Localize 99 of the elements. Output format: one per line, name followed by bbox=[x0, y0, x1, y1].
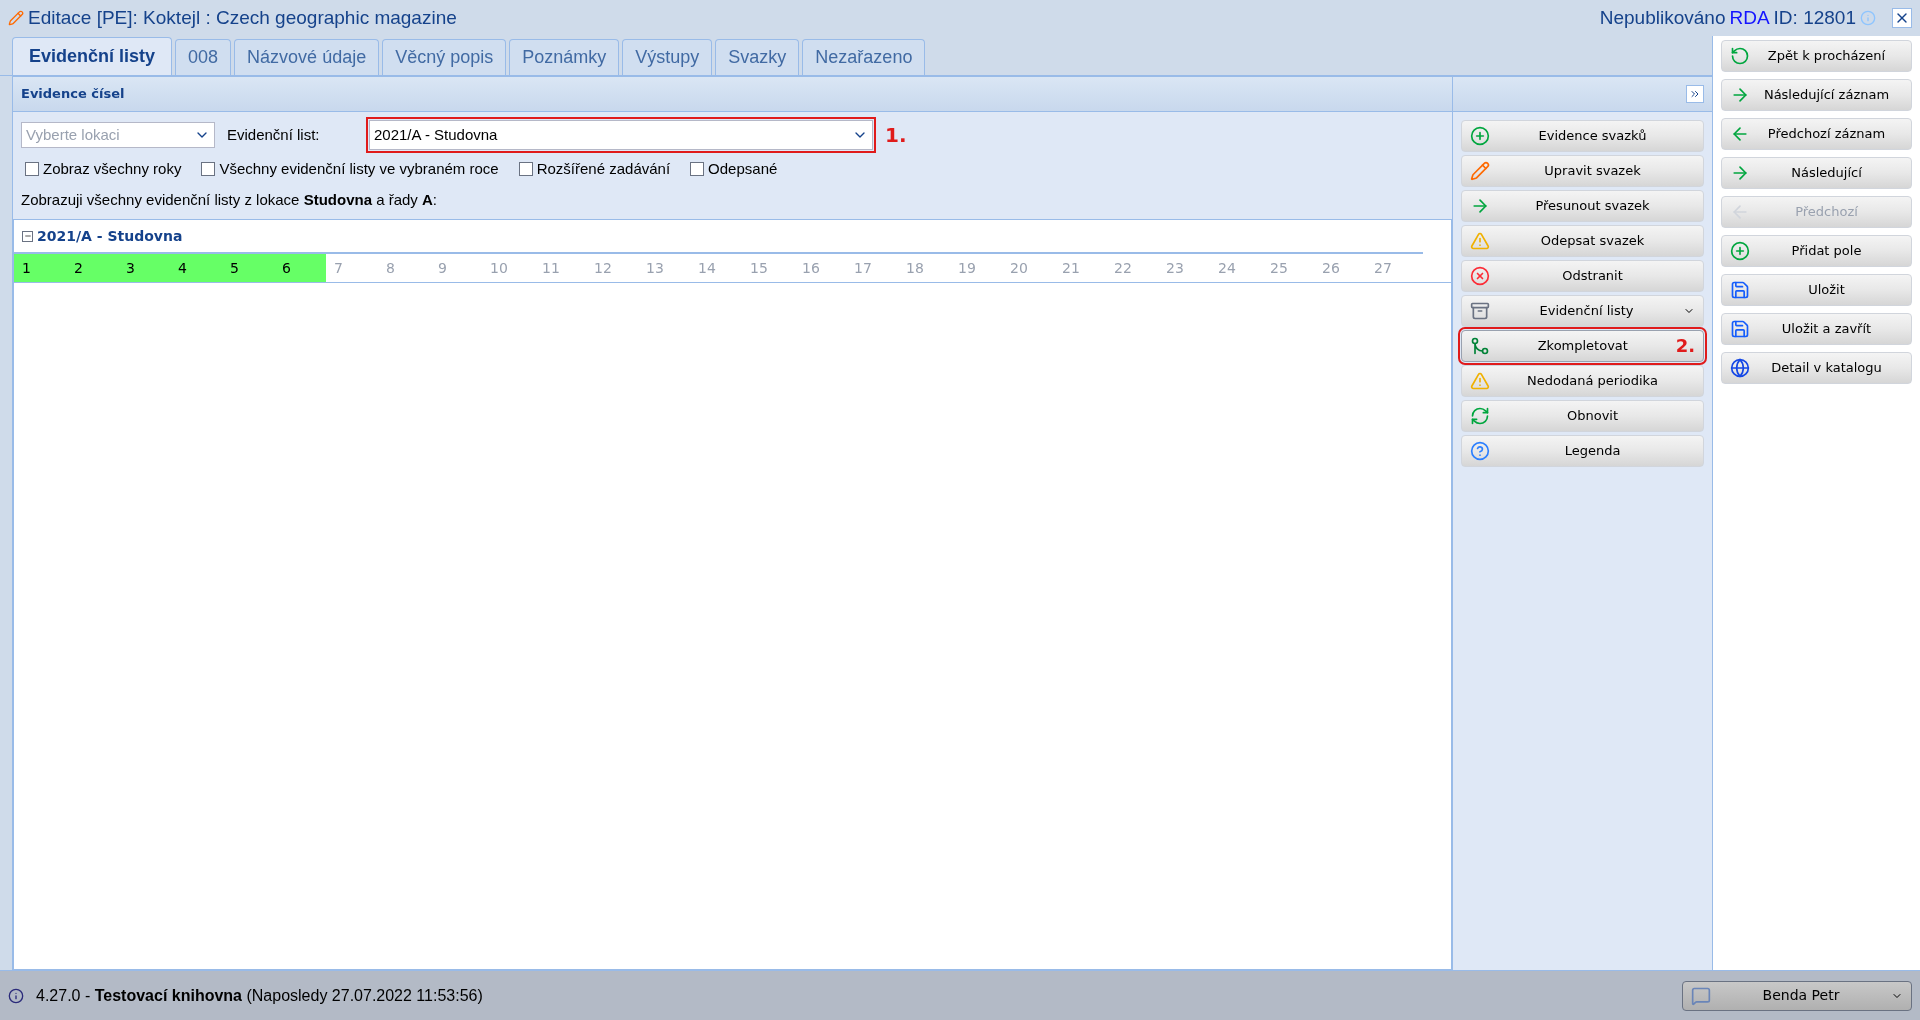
tab[interactable]: Věcný popis bbox=[382, 39, 507, 75]
action-button[interactable]: Následující záznam bbox=[1721, 79, 1912, 111]
expand-button[interactable] bbox=[1686, 85, 1704, 103]
action-button[interactable]: Odepsat svazek bbox=[1461, 225, 1704, 257]
issue-cell[interactable]: 6 bbox=[274, 254, 326, 282]
issue-cell[interactable]: 12 bbox=[586, 254, 638, 282]
info-text: Zobrazuji všechny evidenční listy z lokace Studovna a řady A: bbox=[21, 190, 438, 208]
window-title: Editace [PE]: Koktejl : Czech geographic magazine bbox=[28, 5, 457, 30]
issue-cell[interactable]: 14 bbox=[690, 254, 742, 282]
speech-bubble-icon bbox=[1691, 985, 1711, 1006]
record-id: ID: 12801 bbox=[1773, 5, 1856, 30]
issue-cell[interactable]: 10 bbox=[482, 254, 534, 282]
action-button[interactable]: Přidat pole bbox=[1721, 235, 1912, 267]
issue-cell[interactable]: 9 bbox=[430, 254, 482, 282]
sheet-select[interactable]: 2021/A - Studovna bbox=[369, 120, 873, 150]
plus-circle-icon bbox=[1730, 241, 1750, 261]
cabinet-icon bbox=[1470, 301, 1490, 321]
issue-cell[interactable]: 4 bbox=[170, 254, 222, 282]
field-label: Evidenční list: bbox=[227, 124, 321, 145]
user-menu-button[interactable]: Benda Petr bbox=[1682, 980, 1912, 1011]
tab[interactable]: Poznámky bbox=[509, 39, 620, 75]
issue-cell[interactable]: 19 bbox=[950, 254, 1002, 282]
remove-icon bbox=[1470, 266, 1490, 286]
pencil-icon bbox=[1470, 161, 1490, 181]
action-button[interactable]: Přesunout svazek bbox=[1461, 190, 1704, 222]
issue-cell[interactable]: 24 bbox=[1210, 254, 1262, 282]
double-chevron-icon bbox=[1689, 88, 1701, 100]
action-button[interactable]: Evidence svazků bbox=[1461, 120, 1704, 152]
tab[interactable]: Názvové údaje bbox=[234, 39, 380, 75]
info-icon bbox=[8, 987, 24, 1004]
checkbox-label: Všechny evidenční listy ve vybraném roce bbox=[219, 159, 499, 179]
issue-cell[interactable]: 27 bbox=[1366, 254, 1418, 282]
tab[interactable]: Nezařazeno bbox=[802, 39, 926, 75]
issue-cell[interactable]: 26 bbox=[1314, 254, 1366, 282]
issue-cell[interactable]: 11 bbox=[534, 254, 586, 282]
action-button[interactable]: Upravit svazek bbox=[1461, 155, 1704, 187]
location-select[interactable]: Vyberte lokaci bbox=[21, 122, 215, 148]
panel-title: Evidence čísel bbox=[21, 85, 125, 104]
issue-cell[interactable]: 13 bbox=[638, 254, 690, 282]
checkbox[interactable] bbox=[201, 162, 216, 177]
issue-cell[interactable]: 3 bbox=[118, 254, 170, 282]
annotation-number: 2. bbox=[1675, 337, 1695, 355]
action-button[interactable]: Detail v katalogu bbox=[1721, 352, 1912, 384]
save-icon bbox=[1730, 319, 1750, 339]
location-input[interactable]: Vyberte lokaci bbox=[22, 123, 190, 147]
tab[interactable]: 008 bbox=[175, 39, 232, 75]
issue-cell[interactable]: 16 bbox=[794, 254, 846, 282]
action-button[interactable]: Obnovit bbox=[1461, 400, 1704, 432]
issue-cell[interactable]: 21 bbox=[1054, 254, 1106, 282]
issue-cell[interactable]: 20 bbox=[1002, 254, 1054, 282]
issue-cell[interactable]: 1 bbox=[14, 254, 66, 282]
status-label: Nepublikováno bbox=[1599, 5, 1726, 30]
refresh-icon bbox=[1470, 406, 1490, 426]
globe-icon bbox=[1730, 358, 1750, 378]
issue-cell[interactable]: 2 bbox=[66, 254, 118, 282]
back-icon bbox=[1730, 46, 1750, 66]
tree-node-label[interactable]: 2021/A - Studovna bbox=[37, 225, 183, 247]
action-button[interactable]: Odstranit bbox=[1461, 260, 1704, 292]
action-button[interactable]: Evidenční listy bbox=[1461, 295, 1704, 327]
action-button[interactable]: Zpět k procházení bbox=[1721, 40, 1912, 72]
action-button[interactable]: Uložit bbox=[1721, 274, 1912, 306]
warning-icon bbox=[1470, 231, 1490, 251]
issue-cell[interactable]: 8 bbox=[378, 254, 430, 282]
rda-label: RDA bbox=[1729, 5, 1770, 30]
issue-cell[interactable]: 5 bbox=[222, 254, 274, 282]
pencil-icon bbox=[8, 10, 24, 26]
status-text: 4.27.0 - Testovací knihovna (Naposledy 27.07.2022 11:53:56) bbox=[36, 985, 483, 1006]
close-button[interactable] bbox=[1892, 8, 1912, 28]
help-icon bbox=[1470, 441, 1490, 461]
checkbox[interactable] bbox=[25, 162, 39, 177]
checkbox[interactable] bbox=[690, 162, 705, 177]
tab[interactable]: Výstupy bbox=[622, 39, 713, 75]
annotation-number: 1. bbox=[885, 122, 907, 149]
action-button[interactable]: Legenda bbox=[1461, 435, 1704, 467]
issue-cell[interactable]: 7 bbox=[326, 254, 378, 282]
action-button[interactable]: Předchozí záznam bbox=[1721, 118, 1912, 150]
issue-cell[interactable]: 18 bbox=[898, 254, 950, 282]
warning-icon bbox=[1470, 371, 1490, 391]
issue-cell[interactable]: 17 bbox=[846, 254, 898, 282]
tab[interactable]: Svazky bbox=[715, 39, 800, 75]
collapse-toggle[interactable] bbox=[22, 230, 33, 242]
issue-cell[interactable]: 22 bbox=[1106, 254, 1158, 282]
tab[interactable]: Evidenční listy bbox=[12, 37, 173, 75]
issue-cell[interactable]: 23 bbox=[1158, 254, 1210, 282]
action-button[interactable]: Nedodaná periodika bbox=[1461, 365, 1704, 397]
plus-circle-icon bbox=[1470, 126, 1490, 146]
checkbox-label: Rozšířené zadávání bbox=[536, 159, 671, 179]
info-icon bbox=[1860, 10, 1876, 26]
action-button[interactable]: Uložit a zavřít bbox=[1721, 313, 1912, 345]
minus-icon bbox=[23, 232, 32, 240]
issue-cell[interactable]: 15 bbox=[742, 254, 794, 282]
action-button[interactable]: Zkompletovat 2. bbox=[1461, 330, 1704, 362]
checkbox[interactable] bbox=[518, 162, 533, 177]
action-button[interactable]: Následující bbox=[1721, 157, 1912, 189]
issue-cell[interactable]: 25 bbox=[1262, 254, 1314, 282]
checkbox-label: Zobraz všechny roky bbox=[43, 159, 182, 179]
checkbox-label: Odepsané bbox=[708, 159, 778, 179]
merge-icon bbox=[1470, 336, 1490, 356]
save-icon bbox=[1730, 280, 1750, 300]
